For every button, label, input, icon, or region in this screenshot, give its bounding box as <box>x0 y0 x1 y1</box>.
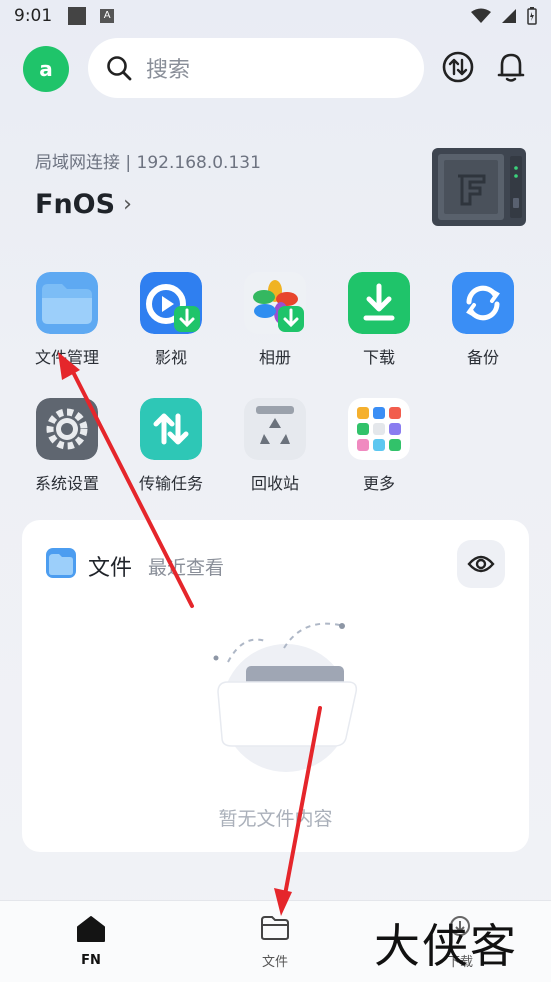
bell-icon[interactable] <box>494 50 528 84</box>
download-icon <box>348 272 410 334</box>
app-label: 传输任务 <box>138 474 203 493</box>
app-label: 备份 <box>466 348 499 367</box>
video-icon <box>140 272 202 334</box>
nas-device-image <box>432 148 526 226</box>
header: a 搜索 <box>0 38 551 98</box>
notification-a-icon: A <box>100 9 115 23</box>
tab-label: 文件 <box>261 955 288 970</box>
visibility-toggle-button[interactable] <box>457 540 505 588</box>
app-video[interactable]: 影视 <box>126 272 216 368</box>
server-info[interactable]: 局域网连接 | 192.168.0.131 FnOS › <box>35 148 261 220</box>
transfer-icon <box>140 398 202 460</box>
sync-transfer-icon[interactable] <box>441 50 475 84</box>
app-label: 文件管理 <box>34 348 99 367</box>
recycle-bin-icon <box>244 398 306 460</box>
notification-square-icon <box>68 7 87 25</box>
empty-state-text: 暂无文件内容 <box>218 808 333 830</box>
search-icon <box>107 56 132 81</box>
app-transfer-tasks[interactable]: 传输任务 <box>126 398 216 494</box>
wifi-icon <box>471 8 491 23</box>
app-label: 下载 <box>362 348 395 367</box>
status-time: 9:01 <box>14 6 53 26</box>
photos-icon <box>244 272 306 334</box>
app-more[interactable]: 更多 <box>334 398 424 494</box>
folder-icon <box>36 272 98 334</box>
app-label: 相册 <box>258 348 291 367</box>
card-title: 文件 <box>88 556 133 581</box>
empty-folder-illustration <box>213 622 358 772</box>
app-label: 回收站 <box>250 474 299 493</box>
app-file-manager[interactable]: 文件管理 <box>22 272 112 368</box>
card-subtitle[interactable]: 最近查看 <box>148 553 224 580</box>
avatar[interactable]: a <box>23 46 69 92</box>
app-download[interactable]: 下载 <box>334 272 424 368</box>
watermark-text: 大侠客 <box>374 919 518 973</box>
tab-label: FN <box>81 953 101 968</box>
server-name-label: FnOS <box>35 189 116 220</box>
server-name[interactable]: FnOS › <box>35 189 261 220</box>
chevron-right-icon: › <box>123 192 132 217</box>
connection-info: 局域网连接 | 192.168.0.131 <box>35 153 261 173</box>
app-recycle-bin[interactable]: 回收站 <box>230 398 320 494</box>
signal-icon <box>502 9 516 23</box>
app-photos[interactable]: 相册 <box>230 272 320 368</box>
app-label: 更多 <box>362 474 395 493</box>
card-folder-icon <box>46 548 76 578</box>
tab-files[interactable]: 文件 <box>225 915 325 970</box>
app-label: 影视 <box>154 348 187 367</box>
app-label: 系统设置 <box>34 474 99 493</box>
backup-icon <box>452 272 514 334</box>
home-icon <box>77 916 105 942</box>
eye-icon <box>467 555 495 573</box>
battery-icon <box>527 7 537 25</box>
settings-icon <box>36 398 98 460</box>
app-backup[interactable]: 备份 <box>438 272 528 368</box>
recent-files-card: 文件 最近查看 暂无文件内容 <box>22 520 529 852</box>
tab-fn[interactable]: FN <box>41 915 141 968</box>
search-bar[interactable]: 搜索 <box>88 38 424 98</box>
more-apps-icon <box>348 398 410 460</box>
search-placeholder: 搜索 <box>146 58 191 83</box>
app-system-settings[interactable]: 系统设置 <box>22 398 112 494</box>
folder-tab-icon <box>261 916 289 940</box>
status-bar: 9:01 A <box>0 0 551 32</box>
